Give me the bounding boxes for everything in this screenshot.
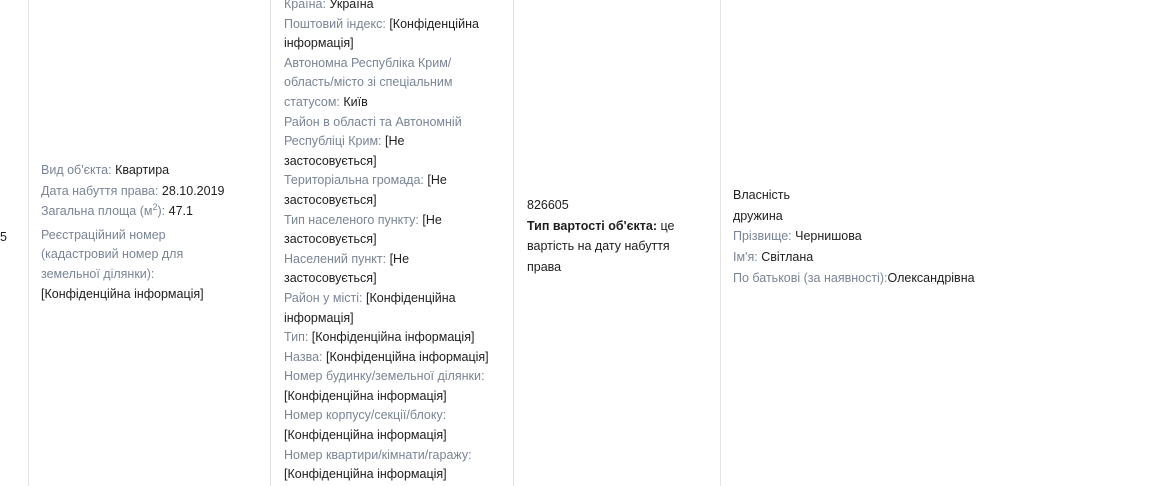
region-value: Київ xyxy=(343,94,368,109)
community-line: Територіальна громада: [Не застосовуєтьс… xyxy=(284,171,474,210)
apartment-number-value: [Конфіденційна інформація] xyxy=(284,467,447,482)
ownership-cell: Власність дружина Прізвище: Чернишова Ім… xyxy=(733,185,1153,289)
address-cell: Країна: Україна Поштовий індекс: [Конфід… xyxy=(284,0,504,485)
country-label: Країна: xyxy=(284,0,326,11)
community-label: Територіальна громада: xyxy=(284,173,424,188)
settlement-type-label: Тип населеного пункту: xyxy=(284,212,419,227)
row-index: 5 xyxy=(0,230,7,244)
house-number-line: Номер будинку/земельної ділянки: [Конфід… xyxy=(284,367,504,406)
object-info-cell: Вид об'єкта: Квартира Дата набуття права… xyxy=(41,161,263,304)
cost-value: 826605 xyxy=(527,198,569,212)
right-type: Власність xyxy=(733,188,791,202)
cost-type-label: Тип вартості об'єкта: xyxy=(527,218,657,233)
name-line: Ім'я: Світлана xyxy=(733,247,1153,268)
patronymic-label: По батькові (за наявності): xyxy=(733,270,888,285)
registration-number-label: Реєстраційний номер (кадастровий номер д… xyxy=(41,227,184,281)
city-district-label: Район у місті: xyxy=(284,290,363,305)
total-area-label: Загальна площа (м2): xyxy=(41,203,166,219)
house-number-label: Номер будинку/земельної ділянки: xyxy=(284,369,485,384)
surname-label: Прізвище: xyxy=(733,229,792,244)
object-type-line: Вид об'єкта: Квартира xyxy=(41,161,263,181)
apartment-number-label: Номер квартири/кімнати/гаражу: xyxy=(284,447,472,462)
street-name-value: [Конфіденційна інформація] xyxy=(325,349,489,364)
column-divider xyxy=(513,0,514,486)
country-value: Україна xyxy=(329,0,374,11)
owner-relation: дружина xyxy=(733,208,783,223)
street-name-line: Назва: [Конфіденційна інформація] xyxy=(284,348,504,368)
building-number-label: Номер корпусу/секції/блоку: xyxy=(284,408,447,423)
apartment-number-line: Номер квартири/кімнати/гаражу: [Конфіден… xyxy=(284,446,504,485)
settlement-line: Населений пункт: [Не застосовується] xyxy=(284,250,474,289)
total-area-label-text: Загальна площа (м xyxy=(41,204,153,219)
country-line: Країна: Україна xyxy=(284,0,504,15)
cost-type-line: Тип вартості об'єкта: це вартість на дат… xyxy=(527,216,707,278)
name-label: Ім'я: xyxy=(733,250,758,265)
column-divider xyxy=(28,0,29,486)
street-type-label: Тип: xyxy=(284,330,309,345)
surname-line: Прізвище: Чернишова xyxy=(733,226,1153,247)
street-type-value: [Конфіденційна інформація] xyxy=(311,330,475,345)
settlement-type-line: Тип населеного пункту: [Не застосовуєтьс… xyxy=(284,211,474,250)
total-area-label-suffix: ): xyxy=(157,204,166,219)
surname-value: Чернишова xyxy=(795,229,862,244)
postal-code-line: Поштовий індекс: [Конфіденційна інформац… xyxy=(284,15,504,54)
district-label: Район в області та Автономній Республіці… xyxy=(284,114,462,149)
column-divider xyxy=(720,0,721,486)
acquisition-date-value: 28.10.2019 xyxy=(161,183,225,198)
region-line: Автономна Республіка Крим/ область/місто… xyxy=(284,54,474,113)
object-type-value: Квартира xyxy=(115,163,170,177)
settlement-label: Населений пункт: xyxy=(284,251,387,266)
postal-code-label: Поштовий індекс: xyxy=(284,16,386,31)
patronymic-line: По батькові (за наявності):Олександрівна xyxy=(733,268,1153,289)
house-number-value: [Конфіденційна інформація] xyxy=(284,388,447,403)
district-line: Район в області та Автономній Республіці… xyxy=(284,113,484,172)
registration-number-line: Реєстраційний номер (кадастровий номер д… xyxy=(41,226,211,304)
total-area-value: 47.1 xyxy=(168,204,193,219)
name-value: Світлана xyxy=(761,250,814,265)
cost-cell: 826605 Тип вартості об'єкта: це вартість… xyxy=(527,195,707,278)
acquisition-date-label: Дата набуття права: xyxy=(41,183,159,198)
street-type-line: Тип: [Конфіденційна інформація] xyxy=(284,328,504,348)
city-district-line: Район у місті: [Конфіденційна інформація… xyxy=(284,289,504,328)
object-type-label: Вид об'єкта: xyxy=(41,163,112,177)
total-area-line: Загальна площа (м2): 47.1 xyxy=(41,202,263,222)
street-name-label: Назва: xyxy=(284,349,323,364)
declaration-table-row: 5 Вид об'єкта: Квартира Дата набуття пра… xyxy=(0,0,1172,486)
column-divider xyxy=(270,0,271,486)
region-label: Автономна Республіка Крим/ область/місто… xyxy=(284,55,453,109)
building-number-line: Номер корпусу/секції/блоку: [Конфіденцій… xyxy=(284,406,504,445)
building-number-value: [Конфіденційна інформація] xyxy=(284,428,447,443)
acquisition-date-line: Дата набуття права: 28.10.2019 xyxy=(41,182,263,202)
patronymic-value: Олександрівна xyxy=(887,270,975,285)
registration-number-value: [Конфіденційна інформація] xyxy=(41,286,204,301)
